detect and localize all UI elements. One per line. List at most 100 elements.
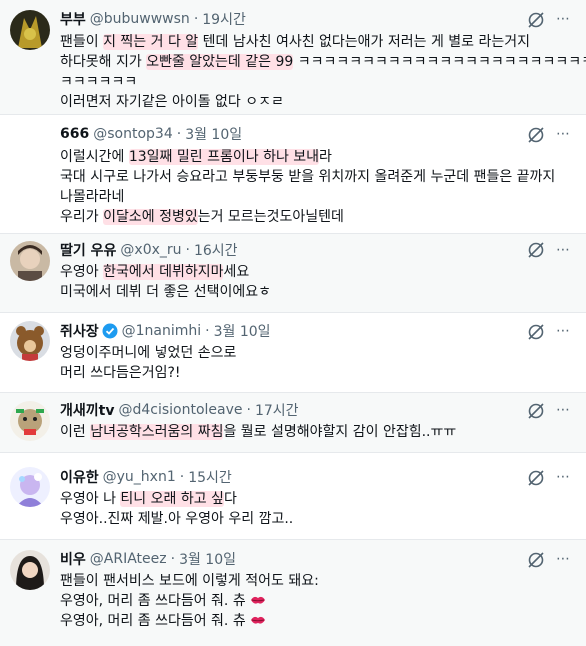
user-handle[interactable]: @ARIAteez (90, 551, 167, 567)
timestamp[interactable]: 3월 10일 (214, 321, 271, 341)
tweet-header: 딸기 우유 @x0x_ru · 16시간 (60, 240, 546, 260)
display-name[interactable]: 비우 (60, 549, 86, 569)
tweet-text-line: 우리가 이달소에 정병있는거 모르는것도아닐텐데 (60, 207, 578, 227)
text-segment: ㅋㅋㅋㅋㅋㅋㅋㅋㅋㅋㅋㅋㅋㅋㅋㅋㅋㅋㅋㅋㅋㅋㅋ (293, 54, 586, 70)
highlighted-text: 남녀공학스러움의 짜침 (90, 424, 224, 440)
tweet[interactable]: 쥐사장 @1nanimhi · 3월 10일 ⋯ 엉덩이주머니에 넣었던 손으로… (0, 313, 586, 393)
text-segment: 하다못해 지가 (60, 54, 147, 70)
text-segment: 우영아..진짜 제발.아 우영아 우리 깜고.. (60, 511, 294, 527)
avatar[interactable] (10, 550, 50, 590)
tweet-text-line: 팬들이 지 찍는 거 다 알 텐데 남사친 여사친 없다는애가 저러는 게 별로… (60, 32, 578, 52)
tweet[interactable]: 딸기 우유 @x0x_ru · 16시간 ⋯ 우영아 한국에서 데뷔하지마세요 … (0, 234, 586, 313)
text-segment: 다 (223, 491, 237, 507)
user-handle[interactable]: @1nanimhi (122, 323, 202, 339)
highlighted-text: 한국에서 데뷔하지마 (103, 264, 224, 280)
more-options-icon[interactable]: ⋯ (554, 400, 572, 420)
more-options-icon[interactable]: ⋯ (554, 124, 572, 144)
user-handle[interactable]: @d4cisiontoleave (118, 402, 242, 418)
user-handle[interactable]: @bubuwwwsn (90, 11, 190, 27)
highlighted-text: 이달소에 정병있 (103, 209, 198, 225)
timestamp[interactable]: 16시간 (194, 240, 238, 260)
tweet-text-line: 우영아, 머리 좀 쓰다듬어 줘. 츄 (60, 611, 578, 631)
text-segment: 엉덩이주머니에 넣었던 손으로 (60, 345, 237, 361)
more-options-icon[interactable]: ⋯ (554, 467, 572, 487)
text-segment: 머리 쓰다듬은거임?! (60, 365, 181, 381)
tweet[interactable]: 비우 @ARIAteez · 3월 10일 ⋯ 팬들이 팬서비스 보드에 이렇게… (0, 540, 586, 646)
text-segment: ㅋㅋㅋㅋㅋㅋ (60, 74, 138, 90)
timestamp[interactable]: 3월 10일 (179, 549, 236, 569)
text-segment: 국대 시구로 나가서 승요라고 부둥부둥 받을 위치까지 올려준게 누군데 팬들… (60, 169, 556, 185)
kiss-lips-icon (251, 616, 266, 624)
tweet[interactable]: 이유한 @yu_hxn1 · 15시간 ⋯ 우영아 나 티니 오래 하고 싶다 … (0, 453, 586, 540)
display-name[interactable]: 쥐사장 (60, 321, 99, 341)
tweet-text-line: 머리 쓰다듬은거임?! (60, 363, 578, 383)
verified-badge-icon (102, 323, 118, 339)
tweet[interactable]: 부부 @bubuwwwsn · 19시간 ⋯ 팬들이 지 찍는 거 다 알 텐데… (0, 0, 586, 115)
display-name[interactable]: 이유한 (60, 467, 99, 487)
avatar-image (10, 241, 50, 281)
text-segment: 우영아 (60, 264, 104, 280)
grok-icon[interactable] (526, 240, 546, 260)
display-name[interactable]: 666 (60, 126, 89, 142)
grok-icon[interactable] (526, 322, 546, 342)
timestamp[interactable]: 19시간 (202, 9, 246, 29)
text-segment: 나몰라라네 (60, 189, 125, 205)
text-segment: 우영아, 머리 좀 쓰다듬어 줘. 츄 (60, 593, 251, 609)
text-segment: 이런 (60, 424, 91, 440)
tweet-header: 개새끼tv @d4cisiontoleave · 17시간 (60, 400, 546, 420)
grok-icon[interactable] (526, 401, 546, 421)
separator-dot: · (246, 402, 251, 418)
tweet-header: 부부 @bubuwwwsn · 19시간 (60, 9, 546, 29)
avatar[interactable] (10, 467, 50, 507)
highlighted-text: 오빤줄 알았는데 같은 99 (146, 54, 294, 70)
grok-icon[interactable] (526, 468, 546, 488)
timestamp[interactable]: 15시간 (188, 467, 232, 487)
avatar-image (10, 401, 50, 441)
tweet[interactable]: 666 @sontop34 · 3월 10일 ⋯ 이럴시간에 13일째 밀린 프… (0, 115, 586, 234)
display-name[interactable]: 개새끼tv (60, 400, 114, 420)
highlighted-text: 13일째 밀린 프롬이나 하나 보내 (128, 149, 320, 165)
grok-icon[interactable] (526, 125, 546, 145)
tweet-text-line: 우영아 한국에서 데뷔하지마세요 (60, 262, 578, 282)
tweet-text-line: 우영아 나 티니 오래 하고 싶다 (60, 489, 578, 509)
user-handle[interactable]: @x0x_ru (120, 242, 181, 258)
avatar-image (10, 10, 50, 50)
text-segment: 팬들이 (60, 34, 104, 50)
grok-icon[interactable] (526, 10, 546, 30)
avatar[interactable] (10, 401, 50, 441)
tweet[interactable]: 개새끼tv @d4cisiontoleave · 17시간 ⋯ 이런 남녀공학스… (0, 393, 586, 453)
tweet-text-line: 이럴시간에 13일째 밀린 프롬이나 하나 보내라 (60, 147, 578, 167)
user-handle[interactable]: @yu_hxn1 (103, 469, 176, 485)
user-handle[interactable]: @sontop34 (93, 126, 173, 142)
text-segment: 세요 (223, 264, 250, 280)
text-segment: 는거 모르는것도아닐텐데 (197, 209, 344, 225)
more-options-icon[interactable]: ⋯ (554, 321, 572, 341)
text-segment: 라 (319, 149, 332, 165)
separator-dot: · (179, 469, 185, 485)
avatar[interactable] (10, 10, 50, 50)
more-options-icon[interactable]: ⋯ (554, 549, 572, 569)
separator-dot: · (193, 11, 199, 27)
text-segment: 우영아 나 (60, 491, 121, 507)
separator-dot: · (205, 323, 210, 339)
tweet-header: 쥐사장 @1nanimhi · 3월 10일 (60, 321, 546, 341)
grok-icon[interactable] (526, 550, 546, 570)
display-name[interactable]: 부부 (60, 9, 86, 29)
more-options-icon[interactable]: ⋯ (554, 240, 572, 260)
tweet-text-line: 우영아..진짜 제발.아 우영아 우리 깜고.. (60, 509, 578, 529)
tweet-text-line: 이러면저 자기같은 아이돌 없다 ㅇㅈㄹ (60, 92, 578, 112)
timestamp[interactable]: 3월 10일 (185, 124, 242, 144)
text-segment: 텐데 남사친 여사친 없다는애가 저러는 게 별로 라는거지 (198, 34, 531, 50)
timestamp[interactable]: 17시간 (255, 400, 299, 420)
text-segment: 을 뭘로 설명해야할지 감이 안잡힘..ㅠㅠ (223, 424, 457, 440)
more-options-icon[interactable]: ⋯ (554, 9, 572, 29)
tweet-header: 이유한 @yu_hxn1 · 15시간 (60, 467, 546, 487)
tweet-text-line: 엉덩이주머니에 넣었던 손으로 (60, 343, 578, 363)
avatar[interactable] (10, 241, 50, 281)
separator-dot: · (185, 242, 190, 258)
tweet-text-line: 우영아, 머리 좀 쓰다듬어 줘. 츄 (60, 591, 578, 611)
tweet-text-line: 국대 시구로 나가서 승요라고 부둥부둥 받을 위치까지 올려준게 누군데 팬들… (60, 167, 578, 187)
avatar-image (10, 321, 50, 361)
avatar[interactable] (10, 321, 50, 361)
display-name[interactable]: 딸기 우유 (60, 240, 116, 260)
